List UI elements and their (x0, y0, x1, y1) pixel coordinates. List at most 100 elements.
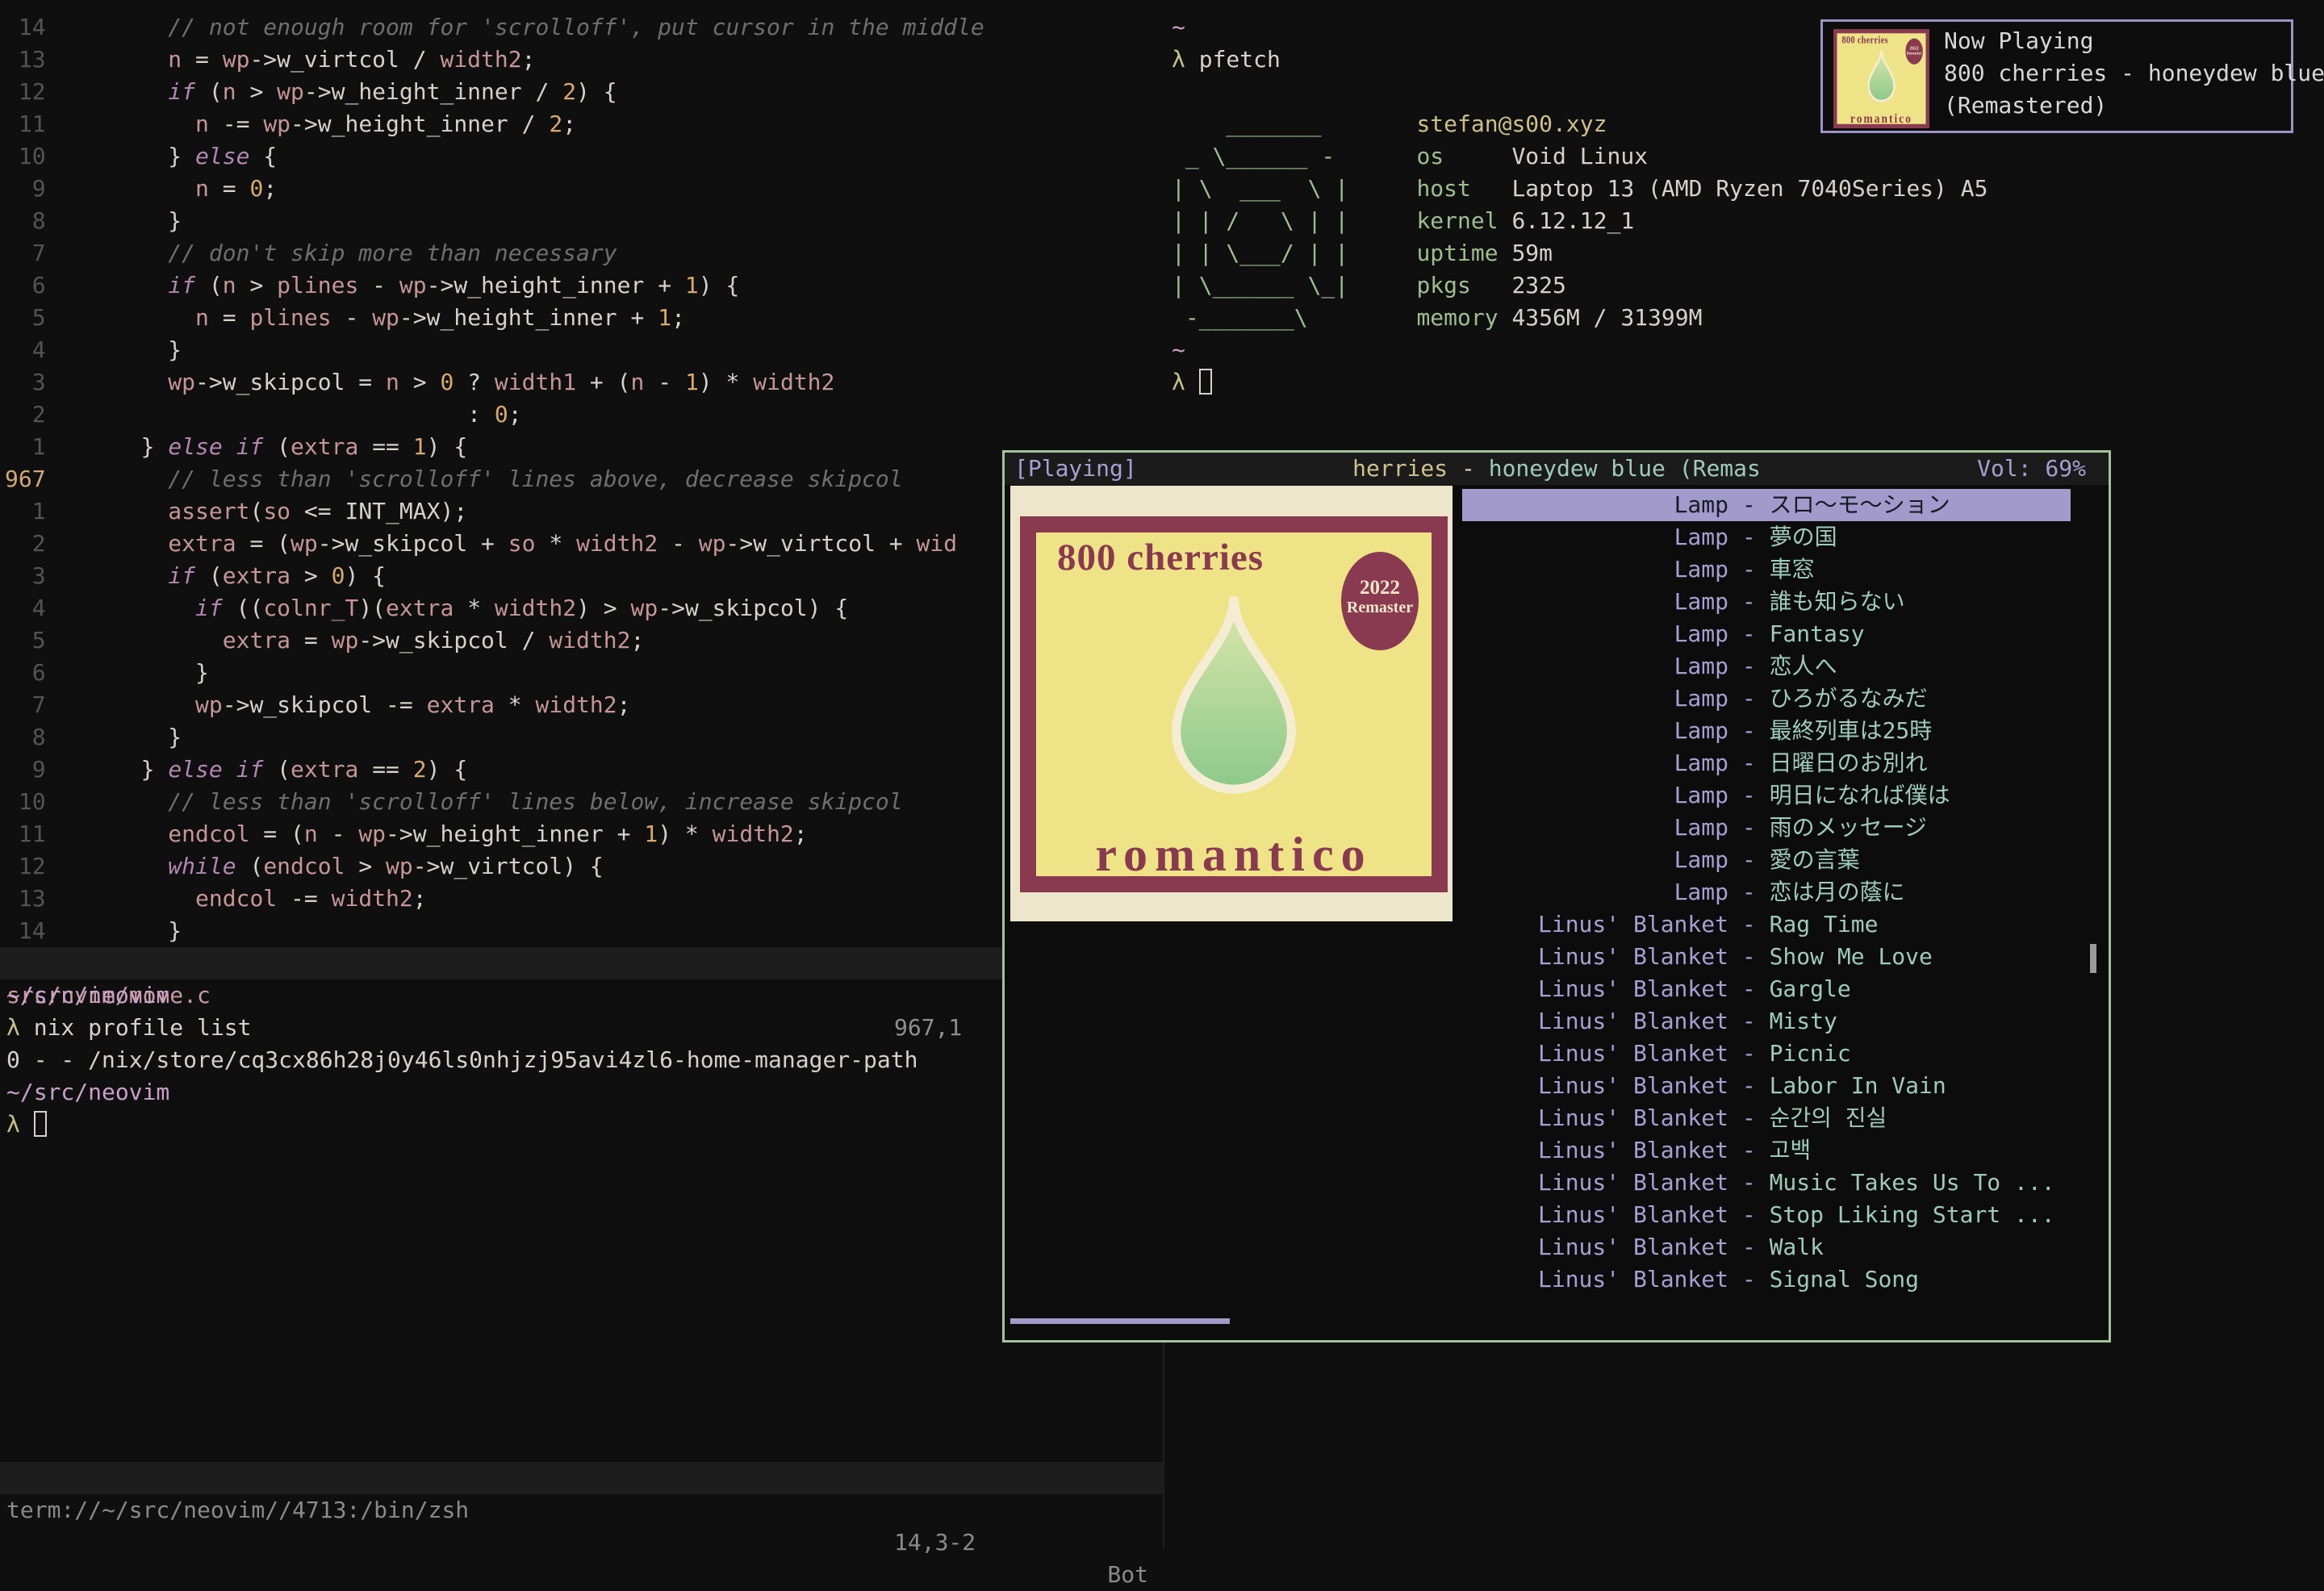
line-number: 8 (5, 724, 59, 750)
terminal-scroll-position: Bot (1107, 1559, 1148, 1591)
line-number: 6 (5, 659, 59, 686)
queue-item[interactable]: Linus' Blanket - Misty (1462, 1005, 2071, 1038)
line-number: 11 (5, 821, 59, 847)
line-number: 13 (5, 46, 59, 73)
now-playing-marquee: herries - honeydew blue (Remas (1005, 453, 2109, 485)
terminal-line: _ \______ - os Void Linux (1172, 140, 2324, 173)
terminal-cursor (1199, 369, 1212, 395)
code-line: 4 if ((colnr_T)(extra * width2) > wp->w_… (5, 592, 1169, 624)
cover-album-text: romantico (1837, 111, 1925, 123)
queue-item[interactable]: Lamp - Fantasy (1462, 618, 2071, 650)
queue-item[interactable]: Lamp - スロ～モ～ション (1462, 489, 2071, 521)
queue-item[interactable]: Linus' Blanket - Show Me Love (1462, 941, 2071, 973)
code-line: 7 // don't skip more than necessary (5, 237, 1169, 269)
terminal-line: -_______\ memory 4356M / 31399M (1172, 302, 2324, 334)
shell-line: λ (6, 1109, 1171, 1141)
code-line: 13 endcol -= width2; (5, 883, 1169, 915)
queue-item[interactable]: Lamp - 最終列車は25時 (1462, 715, 2071, 747)
line-number: 7 (5, 240, 59, 266)
cover-album-text: romantico (1036, 829, 1432, 876)
code-line: 6 if (n > plines - wp->w_height_inner + … (5, 269, 1169, 302)
queue-item[interactable]: Lamp - ひろがるなみだ (1462, 683, 2071, 715)
code-line: 2 : 0; (5, 399, 1169, 431)
terminal-cursor (34, 1111, 47, 1137)
queue-item[interactable]: Lamp - 明日になれば僕は (1462, 779, 2071, 812)
player-header: [Playing] herries - honeydew blue (Remas… (1005, 453, 2109, 485)
queue-item[interactable]: Lamp - 愛の言葉 (1462, 844, 2071, 876)
terminal-line: ~ (1172, 334, 2324, 366)
code-line: 1 } else if (extra == 1) { (5, 431, 1169, 463)
line-number: 3 (5, 562, 59, 589)
now-playing-notification: 800 cherries 2022 Remaster romantico Now… (1820, 19, 2293, 133)
terminal-line: | \______ \_| pkgs 2325 (1172, 269, 2324, 302)
terminal-buffer-name: term://~/src/neovim//4713:/bin/zsh (6, 1494, 469, 1526)
water-drop-icon (1859, 40, 1904, 112)
code-line: 9 } else if (extra == 2) { (5, 754, 1169, 786)
code-line: 3 if (extra > 0) { (5, 560, 1169, 592)
line-number: 10 (5, 143, 59, 169)
terminal-ruler: 14,3-2 (894, 1526, 976, 1559)
line-number: 9 (5, 175, 59, 202)
line-number: 4 (5, 595, 59, 621)
code-line: 8 } (5, 205, 1169, 237)
queue-item[interactable]: Linus' Blanket - Picnic (1462, 1038, 2071, 1070)
cover-remaster-badge: 2022 Remaster (1341, 552, 1419, 650)
queue-item[interactable]: Lamp - 恋は月の蔭に (1462, 876, 2071, 908)
queue-item[interactable]: Lamp - 誰も知らない (1462, 586, 2071, 618)
code-buffer[interactable]: 14 // not enough room for 'scrolloff', p… (0, 11, 1169, 947)
line-number: 4 (5, 336, 59, 363)
queue-item[interactable]: Lamp - 夢の国 (1462, 521, 2071, 553)
cover-remaster-badge: 2022 Remaster (1905, 39, 1923, 65)
embedded-terminal[interactable]: ~/src/neovimλ nix profile list0 - - /nix… (0, 979, 1171, 1141)
shell-line: ~/src/neovim (6, 979, 1171, 1012)
notification-title: Now Playing (1944, 25, 2093, 57)
terminal-line: | | \___/ | | uptime 59m (1172, 237, 2324, 269)
terminal-line: | \ ___ \ | host Laptop 13 (AMD Ryzen 70… (1172, 173, 2324, 205)
terminal-statusline: term://~/src/neovim//4713:/bin/zsh 14,3-… (0, 1462, 1164, 1494)
queue-item[interactable]: Lamp - 車窓 (1462, 553, 2071, 586)
code-line: 4 } (5, 334, 1169, 366)
queue-item[interactable]: Linus' Blanket - Rag Time (1462, 908, 2071, 941)
code-line: 1 assert(so <= INT_MAX); (5, 495, 1169, 528)
shell-line: λ nix profile list (6, 1012, 1171, 1044)
notification-album-thumbnail: 800 cherries 2022 Remaster romantico (1833, 29, 1929, 128)
code-line: 5 n = plines - wp->w_height_inner + 1; (5, 302, 1169, 334)
queue-item[interactable]: Linus' Blanket - Music Takes Us To ... (1462, 1167, 2071, 1199)
queue-item[interactable]: Lamp - 日曜日のお別れ (1462, 747, 2071, 779)
code-line: 10 } else { (5, 140, 1169, 173)
code-line: 2 extra = (wp->w_skipcol + so * width2 -… (5, 528, 1169, 560)
desktop: { "colors":{ "background":"#0f0f0f","sta… (0, 0, 2324, 1549)
queue-item[interactable]: Linus' Blanket - Gargle (1462, 973, 2071, 1005)
line-number: 2 (5, 530, 59, 557)
code-line: 967 // less than 'scrolloff' lines above… (5, 463, 1169, 495)
queue-item[interactable]: Linus' Blanket - 고백 (1462, 1134, 2071, 1167)
code-line: 12 while (endcol > wp->w_virtcol) { (5, 850, 1169, 883)
line-number: 967 (5, 466, 59, 492)
album-cover: 800 cherries 2022 Remaster romantico (1020, 516, 1448, 892)
queue-item[interactable]: Linus' Blanket - 순간의 진실 (1462, 1102, 2071, 1134)
terminal-line: | | / \ | | kernel 6.12.12_1 (1172, 205, 2324, 237)
queue-item[interactable]: Linus' Blanket - Stop Liking Start ... (1462, 1199, 2071, 1231)
line-number: 5 (5, 627, 59, 654)
queue-item[interactable]: Lamp - 恋人へ (1462, 650, 2071, 683)
code-line: 14 // not enough room for 'scrolloff', p… (5, 11, 1169, 44)
notification-track: 800 cherries - honeydew blue (1944, 57, 2324, 90)
queue-item[interactable]: Lamp - 雨のメッセージ (1462, 812, 2071, 844)
code-line: 6 } (5, 657, 1169, 689)
line-number: 12 (5, 78, 59, 105)
queue-scrollbar[interactable] (2090, 944, 2096, 973)
line-number: 1 (5, 498, 59, 524)
queue-item[interactable]: Linus' Blanket - Walk (1462, 1231, 2071, 1263)
line-number: 14 (5, 14, 59, 40)
line-number: 1 (5, 433, 59, 460)
shell-line: 0 - - /nix/store/cq3cx86h28j0y46ls0nhjzj… (6, 1044, 1171, 1076)
line-number: 2 (5, 401, 59, 428)
queue-item[interactable]: Linus' Blanket - Labor In Vain (1462, 1070, 2071, 1102)
code-line: 9 n = 0; (5, 173, 1169, 205)
music-player-window: [Playing] herries - honeydew blue (Remas… (1002, 450, 2111, 1343)
line-number: 6 (5, 272, 59, 299)
line-number: 13 (5, 885, 59, 912)
line-number: 9 (5, 756, 59, 783)
queue-item[interactable]: Linus' Blanket - Signal Song (1462, 1263, 2071, 1296)
line-number: 14 (5, 917, 59, 944)
